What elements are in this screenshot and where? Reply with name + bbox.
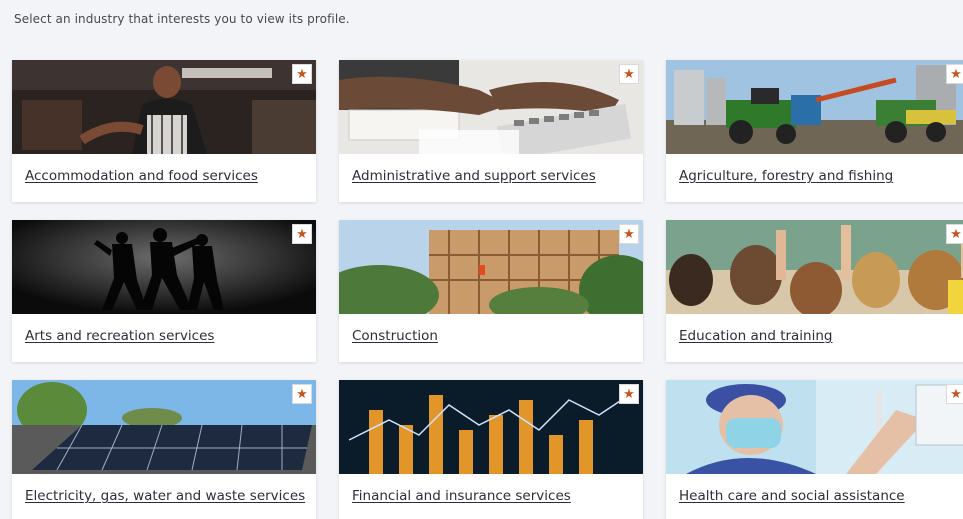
industry-link-label[interactable]: Construction xyxy=(352,328,438,344)
favourite-star-icon[interactable]: ★ xyxy=(292,384,312,404)
industry-image-accommodation: ★ xyxy=(12,60,316,154)
industry-image-arts: ★ xyxy=(12,220,316,314)
favourite-star-icon[interactable]: ★ xyxy=(946,384,963,404)
industry-card-electricity[interactable]: ★ Electricity, gas, water and waste serv… xyxy=(12,380,316,519)
industry-grid: ★ Accommodation and food services ★ Admi… xyxy=(12,60,963,519)
industry-image-health: ★ xyxy=(666,380,963,474)
industry-link-label[interactable]: Health care and social assistance xyxy=(679,488,905,504)
industry-card-agriculture[interactable]: ★ Agriculture, forestry and fishing xyxy=(666,60,963,202)
industry-link-label[interactable]: Electricity, gas, water and waste servic… xyxy=(25,488,305,504)
intro-text: Select an industry that interests you to… xyxy=(14,12,350,26)
industry-card-construction[interactable]: ★ Construction xyxy=(339,220,643,362)
favourite-star-icon[interactable]: ★ xyxy=(946,224,963,244)
favourite-star-icon[interactable]: ★ xyxy=(619,384,639,404)
industry-card-administrative[interactable]: ★ Administrative and support services xyxy=(339,60,643,202)
industry-image-administrative: ★ xyxy=(339,60,643,154)
industry-image-education: ★ xyxy=(666,220,963,314)
industry-card-accommodation[interactable]: ★ Accommodation and food services xyxy=(12,60,316,202)
industry-image-electricity: ★ xyxy=(12,380,316,474)
industry-selection-page: Select an industry that interests you to… xyxy=(0,0,963,519)
industry-link-label[interactable]: Accommodation and food services xyxy=(25,168,258,184)
favourite-star-icon[interactable]: ★ xyxy=(292,64,312,84)
favourite-star-icon[interactable]: ★ xyxy=(619,64,639,84)
industry-image-construction: ★ xyxy=(339,220,643,314)
industry-link-label[interactable]: Arts and recreation services xyxy=(25,328,214,344)
industry-card-health[interactable]: ★ Health care and social assistance xyxy=(666,380,963,519)
industry-link-label[interactable]: Education and training xyxy=(679,328,833,344)
industry-link-label[interactable]: Financial and insurance services xyxy=(352,488,571,504)
favourite-star-icon[interactable]: ★ xyxy=(619,224,639,244)
industry-link-label[interactable]: Agriculture, forestry and fishing xyxy=(679,168,893,184)
industry-card-arts[interactable]: ★ Arts and recreation services xyxy=(12,220,316,362)
industry-image-financial: ★ xyxy=(339,380,643,474)
favourite-star-icon[interactable]: ★ xyxy=(946,64,963,84)
favourite-star-icon[interactable]: ★ xyxy=(292,224,312,244)
industry-card-financial[interactable]: ★ Financial and insurance services xyxy=(339,380,643,519)
industry-card-education[interactable]: ★ Education and training xyxy=(666,220,963,362)
industry-link-label[interactable]: Administrative and support services xyxy=(352,168,596,184)
industry-image-agriculture: ★ xyxy=(666,60,963,154)
